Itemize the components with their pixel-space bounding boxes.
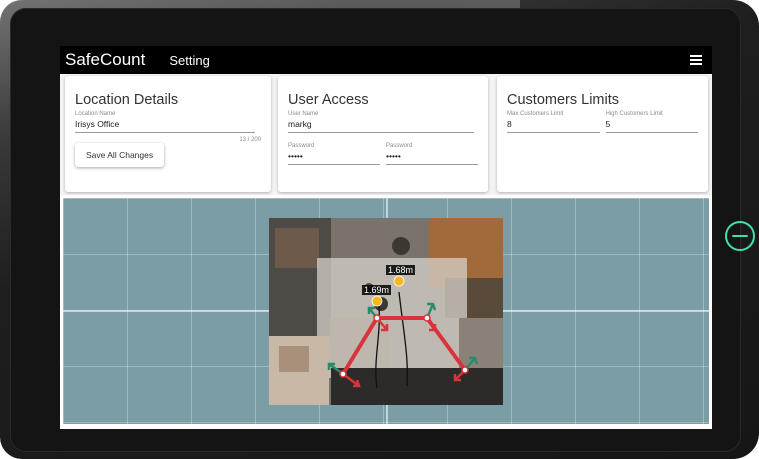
counting-grid-view[interactable]: 1.68m 1.69m	[63, 198, 709, 424]
max-customers-input[interactable]: 8	[507, 118, 600, 133]
save-all-changes-button[interactable]: Save All Changes	[75, 143, 165, 167]
high-customers-input[interactable]: 5	[605, 118, 698, 133]
hamburger-menu-icon[interactable]	[690, 55, 702, 65]
tablet-device: SafeCount Setting Location Details Locat…	[0, 0, 759, 459]
field-label: Password	[288, 143, 315, 149]
camera-feed[interactable]: 1.68m 1.69m	[269, 218, 503, 405]
field-label: Location Name	[75, 111, 116, 117]
app-brand[interactable]: SafeCount	[65, 50, 145, 70]
username-field[interactable]: User Name markg	[288, 111, 474, 133]
app-screen: SafeCount Setting Location Details Locat…	[60, 46, 712, 429]
confirm-password-field[interactable]: Password •••••	[386, 143, 478, 165]
field-label: Max Customers Limit	[507, 111, 564, 117]
card-title: Customers Limits	[507, 92, 619, 108]
camera-overhead-image	[269, 218, 503, 405]
customers-limits-card: Customers Limits Max Customers Limit 8 H…	[497, 76, 708, 192]
power-button-icon	[732, 234, 748, 238]
max-customers-field[interactable]: Max Customers Limit 8	[507, 111, 600, 133]
field-label: User Name	[288, 111, 319, 117]
location-details-card: Location Details Location Name Irisys Of…	[65, 76, 271, 192]
location-name-field[interactable]: Location Name Irisys Office	[75, 111, 255, 133]
username-input[interactable]: markg	[288, 118, 474, 133]
app-bar: SafeCount Setting	[60, 46, 712, 74]
location-name-input[interactable]: Irisys Office	[75, 118, 255, 133]
card-title: User Access	[288, 92, 369, 108]
settings-panel: Location Details Location Name Irisys Of…	[60, 74, 712, 195]
person-height-label: 1.69m	[362, 285, 392, 295]
nav-setting-link[interactable]: Setting	[169, 53, 209, 68]
high-customers-field[interactable]: High Customers Limit 5	[605, 111, 698, 133]
user-access-card: User Access User Name markg Password •••…	[278, 76, 488, 192]
password-field[interactable]: Password •••••	[288, 143, 380, 165]
person-height-label: 1.68m	[386, 265, 416, 275]
home-button[interactable]	[725, 221, 755, 251]
card-title: Location Details	[75, 92, 179, 108]
confirm-password-input[interactable]: •••••	[386, 150, 478, 165]
password-input[interactable]: •••••	[288, 150, 380, 165]
field-label: Password	[386, 143, 413, 149]
field-label: High Customers Limit	[605, 111, 663, 117]
